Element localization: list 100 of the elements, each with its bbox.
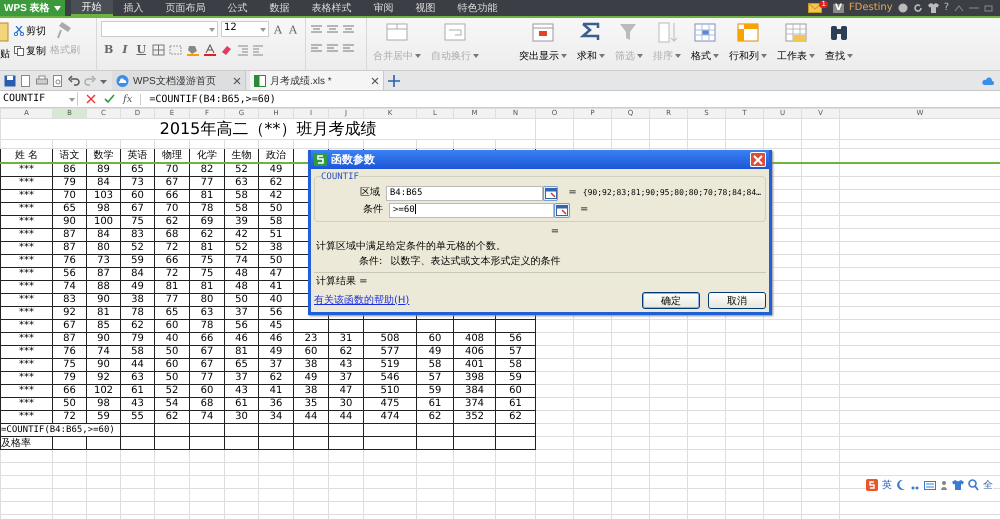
score-cell: 75	[190, 254, 224, 268]
range-picker-button[interactable]	[554, 202, 570, 218]
student-name-cell: ***	[0, 332, 52, 346]
vertical-align-icon[interactable]	[310, 24, 323, 35]
dropdown-icon	[561, 54, 567, 58]
score-cell: 74	[86, 346, 120, 358]
font-name-field[interactable]	[101, 21, 218, 37]
score-cell: 51	[258, 228, 294, 242]
cell-style-icon[interactable]	[169, 44, 184, 56]
sheet-button[interactable]: 工作表	[775, 21, 817, 63]
score-cell: 47	[328, 384, 364, 398]
score-cell: 75	[120, 216, 154, 228]
document-tab[interactable]: 月考成绩.xls *	[250, 71, 384, 90]
avatar-badge[interactable]: V	[832, 4, 844, 12]
document-tab[interactable]: WPS文档漫游首页	[112, 71, 246, 90]
score-cell: 30	[224, 410, 258, 424]
menu-tab[interactable]: 开始	[70, 0, 113, 16]
menu-tab[interactable]: 表格样式	[300, 0, 363, 16]
close-button[interactable]	[750, 152, 766, 167]
score-cell: 87	[86, 268, 120, 280]
collapse-icon[interactable]	[954, 4, 964, 12]
score-cell: 56	[52, 268, 86, 280]
sum-button[interactable]: 求和	[575, 21, 607, 63]
score-cell: 62	[496, 410, 536, 424]
print-icon[interactable]	[36, 74, 48, 86]
preview-icon[interactable]	[52, 74, 64, 86]
argument-field[interactable]: >=60	[389, 202, 554, 218]
mail-icon[interactable]	[808, 0, 822, 16]
student-name-cell: ***	[0, 384, 52, 398]
cancel-button[interactable]: 取消	[708, 292, 766, 309]
moon-icon[interactable]	[896, 479, 906, 491]
border-icon[interactable]	[152, 44, 166, 56]
new-tab-icon[interactable]	[388, 74, 400, 86]
close-icon[interactable]	[371, 76, 379, 84]
name-box[interactable]: COUNTIF	[0, 92, 78, 106]
fill-color-icon[interactable]	[186, 44, 200, 56]
menu-tab[interactable]: 视图	[404, 0, 447, 16]
save-icon[interactable]	[4, 74, 16, 86]
app-menu-button[interactable]: WPS 表格	[0, 0, 65, 16]
vertical-align-icon[interactable]	[342, 24, 355, 35]
score-cell: 70	[154, 202, 190, 216]
indent-icon[interactable]	[237, 44, 250, 56]
score-cell: 55	[120, 410, 154, 424]
menu-tab[interactable]: 审阅	[362, 0, 405, 16]
refresh-icon[interactable]	[912, 3, 923, 13]
shirt-icon[interactable]	[952, 479, 964, 491]
column-title: 英语	[120, 148, 154, 163]
insert-function-button[interactable]: fx	[123, 94, 132, 104]
ok-button[interactable]: 确定	[642, 292, 700, 309]
font-color-icon[interactable]	[203, 44, 218, 56]
menu-tab[interactable]: 页面布局	[154, 0, 217, 16]
help-button[interactable]: ?	[944, 3, 949, 13]
score-cell: 80	[190, 294, 224, 306]
menu-tab[interactable]: 数据	[258, 0, 301, 16]
language-mode[interactable]: 英	[882, 478, 892, 492]
menu-tab[interactable]: 特色功能	[446, 0, 509, 16]
paste-button[interactable]: 贴	[0, 21, 10, 61]
vertical-align-icon[interactable]	[326, 24, 339, 35]
outdent-icon[interactable]	[252, 44, 264, 56]
shrink-font-button[interactable]: A	[286, 21, 299, 37]
help-link[interactable]: 有关该函数的帮助(H)	[314, 294, 410, 306]
confirm-icon[interactable]	[104, 94, 115, 104]
argument-field[interactable]: B4:B65	[386, 186, 544, 200]
close-icon[interactable]	[233, 76, 241, 84]
student-name-cell: ***	[0, 306, 52, 320]
score-cell: 84	[86, 176, 120, 190]
italic-button[interactable]: I	[119, 43, 130, 56]
undo-icon[interactable]	[68, 74, 80, 86]
bold-button[interactable]: B	[101, 43, 116, 56]
score-cell: 50	[224, 294, 258, 306]
cut-button[interactable]: 剪切	[14, 24, 46, 38]
horizontal-align-icon[interactable]	[310, 43, 323, 54]
range-picker-button[interactable]	[543, 186, 558, 200]
horizontal-align-icon[interactable]	[326, 43, 339, 54]
rowcol-button[interactable]: 行和列	[727, 21, 769, 63]
user-name[interactable]: FDestiny	[848, 3, 893, 13]
menu-tab[interactable]: 公式	[216, 0, 259, 16]
score-cell: 81	[190, 190, 224, 202]
width-mode[interactable]: 全	[983, 478, 993, 492]
restore-icon[interactable]	[984, 4, 994, 12]
cancel-icon[interactable]	[86, 94, 96, 104]
spreadsheet-icon	[254, 74, 266, 86]
dropdown-icon	[54, 6, 61, 10]
person-icon[interactable]	[940, 479, 948, 491]
horizontal-align-icon[interactable]	[342, 43, 355, 54]
highlight-button[interactable]: 突出显示	[517, 21, 569, 63]
underline-button[interactable]: U	[133, 43, 150, 56]
formula-field[interactable]: =COUNTIF(B4:B65,>=60)	[140, 94, 1000, 104]
grow-font-button[interactable]: A	[272, 21, 284, 37]
cloud-icon[interactable]	[982, 76, 994, 86]
menu-tab[interactable]: 插入	[112, 0, 155, 16]
input-method-logo-icon[interactable]	[866, 479, 878, 491]
score-cell: 46	[224, 332, 258, 346]
font-size-field[interactable]: 12	[221, 21, 269, 37]
shirt-icon[interactable]	[928, 3, 939, 13]
format-button[interactable]: 格式	[689, 21, 721, 63]
keyboard-icon[interactable]	[924, 479, 936, 491]
copy-button[interactable]: 复制	[14, 44, 46, 58]
search-icon[interactable]	[968, 479, 979, 491]
find-button[interactable]: 查找	[823, 21, 855, 63]
